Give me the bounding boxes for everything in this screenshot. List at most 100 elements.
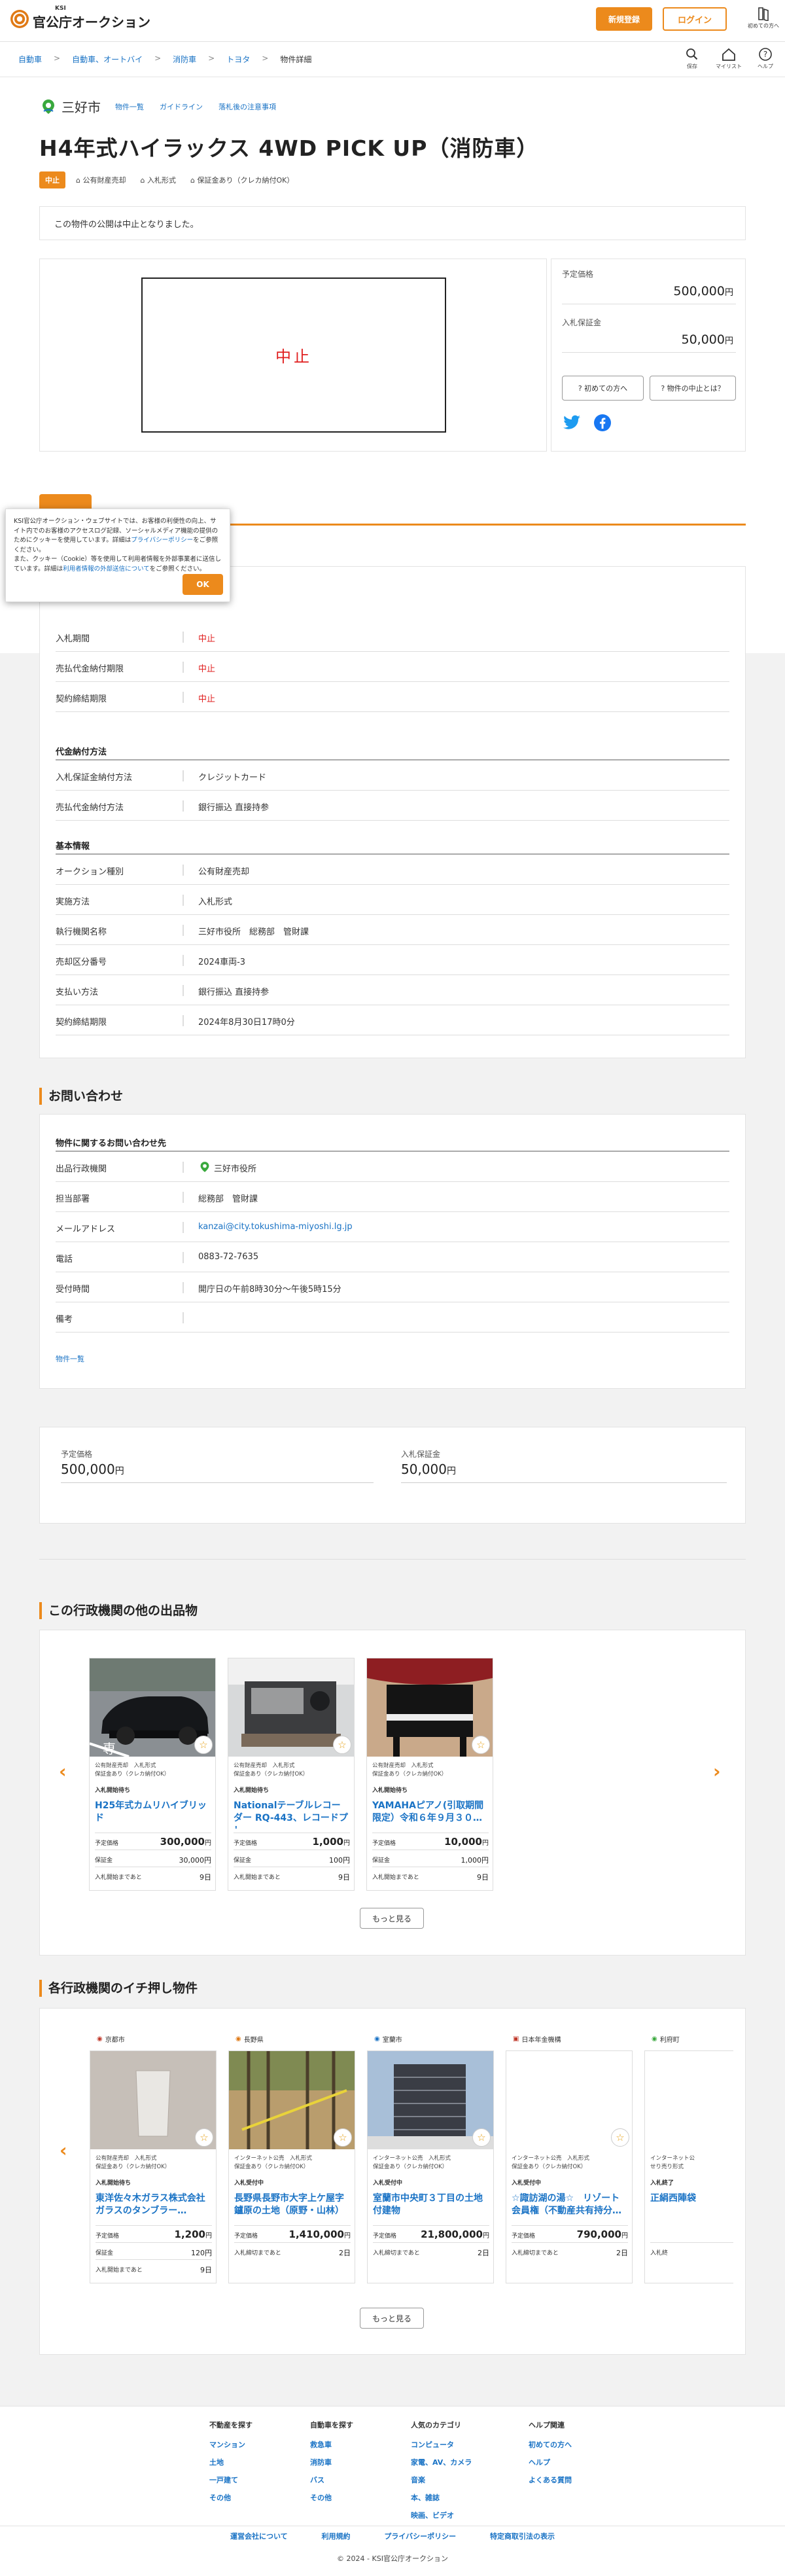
footer-link[interactable]: 土地 <box>209 2457 253 2467</box>
tag-item: ⌂ 入札形式 <box>140 176 176 185</box>
detail-row-sale-number: 売却区分番号 2024車両-3 <box>56 945 729 975</box>
login-button[interactable]: ログイン <box>663 7 727 31</box>
help-tool[interactable]: ? ヘルプ <box>747 47 784 70</box>
card-days-row: 入札開始まであと 9日 <box>96 2259 212 2276</box>
property-tags: 中止 ⌂ 公有財産売却 ⌂ 入札形式 ⌂ 保証金あり（クレカ納付OK） <box>39 171 308 188</box>
card-price-row: 予定価格 1,000円 <box>234 1833 350 1850</box>
favorite-star-icon[interactable]: ☆ <box>472 2128 491 2147</box>
card-title[interactable]: 長野県長野市大字上ケ屋字鑪原の土地（原野・山林） <box>234 2192 349 2221</box>
first-guide-label: 初めての方へ <box>748 23 779 29</box>
site-logo[interactable]: KSI 官公庁オークション <box>10 5 150 31</box>
external-transmission-link[interactable]: 利用者情報の外部送信について <box>63 565 150 573</box>
footer-link[interactable]: 一戸建て <box>209 2475 253 2485</box>
contact-group-title: 物件に関するお問い合わせ先 <box>56 1139 167 1149</box>
card-title[interactable]: YAMAHAピアノ(引取期間限定）令和６年９月３０… <box>372 1800 487 1829</box>
sns-share <box>562 414 612 432</box>
pickup-card[interactable]: ▣ 日本年金機構 ☆ インターネット公売 入札形式 保証金あり（クレカ納付OK） 入… <box>506 2035 633 2283</box>
first-guide-link[interactable]: 初めての方へ <box>747 7 780 29</box>
favorite-star-icon[interactable]: ☆ <box>195 2128 213 2147</box>
footer-link[interactable]: 映画、ビデオ <box>411 2510 472 2520</box>
footer-link[interactable]: 本、雑誌 <box>411 2492 472 2503</box>
register-button[interactable]: 新規登録 <box>596 7 652 31</box>
org-emblem-icon <box>43 99 54 114</box>
tag-icon: ⌂ <box>140 176 147 185</box>
card-title[interactable]: 正絹西陣袋 <box>650 2192 733 2221</box>
footer-terms-link[interactable]: 利用規約 <box>322 2532 351 2541</box>
footer-privacy-link[interactable]: プライバシーポリシー <box>384 2532 456 2541</box>
save-tool[interactable]: 保存 <box>674 47 710 70</box>
org-link-notes[interactable]: 落札後の注意事項 <box>218 101 276 112</box>
breadcrumb-link[interactable]: 自動車、オートバイ <box>72 55 143 64</box>
mylist-tool[interactable]: マイリスト <box>710 47 747 70</box>
pickup-card[interactable]: ◉ 京都市 ☆ 公有財産売却 入札形式 保証金あり（クレカ納付OK） 入札開始待ち … <box>90 2035 217 2283</box>
property-list-link[interactable]: 物件一覧 <box>56 1353 84 1364</box>
org-emblem-icon: ◉ <box>236 2035 241 2043</box>
contact-row-notes: 備考 <box>56 1302 729 1333</box>
detail-row-contract-deadline: 契約締結期限 中止 <box>56 682 729 712</box>
pickup-card[interactable]: ◉ 長野県 ☆ インターネット公売 入札形式 保証金あり（クレカ納付OK） 入札受付… <box>228 2035 355 2283</box>
card-title[interactable]: 東洋佐々木ガラス株式会社 ガラスのタンブラー… <box>96 2192 211 2221</box>
breadcrumb-link[interactable]: トヨタ <box>226 55 250 64</box>
first-time-button[interactable]: ? 初めての方へ <box>562 376 644 401</box>
card-deposit-row: 保証金 30,000円 <box>95 1850 211 1867</box>
footer-link[interactable]: バス <box>310 2475 353 2485</box>
footer-link[interactable]: ヘルプ <box>529 2457 572 2467</box>
contact-heading: お問い合わせ <box>39 1088 123 1105</box>
favorite-star-icon[interactable]: ☆ <box>334 2128 352 2147</box>
favorite-star-icon[interactable]: ☆ <box>472 1736 490 1754</box>
org-link-guideline[interactable]: ガイドライン <box>160 101 203 112</box>
estimate-value: 500,000円 <box>673 284 733 298</box>
card-deadline-row: 入札締切まであと 2日 <box>234 2242 351 2259</box>
footer-link[interactable]: その他 <box>209 2492 253 2503</box>
footer-link[interactable]: よくある質問 <box>529 2475 572 2485</box>
card-title[interactable]: Nationalテーブルレコーダー RQ-443、レコードプレ… <box>234 1800 349 1829</box>
item-card[interactable]: ☆ 公有財産売却 入札形式 保証金あり（クレカ納付OK） 入札開始待ち Natio… <box>228 1658 355 1891</box>
item-card[interactable]: 専 ☆ 公有財産売却 入札形式 保証金あり（クレカ納付OK） 入札開始待ち H25… <box>89 1658 216 1891</box>
pickup-card[interactable]: ◉ 利府町 インターネット公 せり売り形式 入札終了 正絹西陣袋 入札終 <box>644 2035 733 2283</box>
email-link[interactable]: kanzai@city.tokushima-miyoshi.lg.jp <box>198 1222 353 1232</box>
footer-company-link[interactable]: 運営会社について <box>230 2532 288 2541</box>
privacy-policy-link[interactable]: プライバシーポリシー <box>131 537 193 544</box>
breadcrumb-separator: > <box>208 54 215 63</box>
twitter-icon[interactable] <box>562 414 582 432</box>
footer-col-realestate: 不動産を探す マンション 土地 一戸建て その他 <box>209 2421 253 2503</box>
footer-link[interactable]: マンション <box>209 2439 253 2450</box>
carousel-next-icon[interactable]: › <box>713 1761 721 1782</box>
footer-col-help: ヘルプ関連 初めての方へ ヘルプ よくある質問 <box>529 2421 572 2485</box>
favorite-star-icon[interactable]: ☆ <box>333 1736 351 1754</box>
footer-link[interactable]: その他 <box>310 2492 353 2503</box>
footer-link[interactable]: コンピュータ <box>411 2439 472 2450</box>
footer-link[interactable]: 消防車 <box>310 2457 353 2467</box>
pickup-card[interactable]: ◉ 室蘭市 ☆ インターネット公売 入札形式 保証金あり（クレカ納付OK） 入札受付… <box>367 2035 494 2283</box>
contact-row-hours: 受付時間 開庁日の午前8時30分〜午後5時15分 <box>56 1272 729 1302</box>
carousel-prev-icon[interactable]: ‹ <box>59 1761 67 1782</box>
breadcrumb-link[interactable]: 消防車 <box>173 55 196 64</box>
cookie-ok-button[interactable]: OK <box>183 574 223 595</box>
footer-link[interactable]: 家電、AV、カメラ <box>411 2457 472 2467</box>
facebook-icon[interactable] <box>593 414 612 432</box>
footer-link[interactable]: 音楽 <box>411 2475 472 2485</box>
breadcrumb-link[interactable]: 自動車 <box>18 55 42 64</box>
pickup-carousel: ◉ 京都市 ☆ 公有財産売却 入札形式 保証金あり（クレカ納付OK） 入札開始待ち … <box>90 2009 733 2354</box>
footer-link[interactable]: 初めての方へ <box>529 2439 572 2450</box>
svg-text:?: ? <box>763 50 767 59</box>
card-title[interactable]: ☆諏訪湖の湯☆ リゾート会員権（不動産共有持分… <box>512 2192 627 2221</box>
pickup-more-button[interactable]: もっと見る <box>360 2308 424 2329</box>
search-icon <box>686 48 698 60</box>
card-title[interactable]: H25年式カムリハイブリッド <box>95 1800 210 1829</box>
org-name[interactable]: 三好市 <box>61 97 101 116</box>
carousel-prev-icon[interactable]: ‹ <box>60 2139 67 2161</box>
item-card[interactable]: ☆ 公有財産売却 入札形式 保証金あり（クレカ納付OK） 入札開始待ち YAMAH… <box>366 1658 493 1891</box>
favorite-star-icon[interactable]: ☆ <box>194 1736 213 1754</box>
what-is-stop-button[interactable]: ? 物件の中止とは？ <box>650 376 736 401</box>
footer-law-link[interactable]: 特定商取引法の表示 <box>490 2532 555 2541</box>
card-title[interactable]: 室蘭市中央町３丁目の土地付建物 <box>373 2192 488 2221</box>
card-org: ◉ 利府町 <box>652 2035 680 2044</box>
section-divider <box>39 1559 746 1560</box>
favorite-star-icon[interactable]: ☆ <box>611 2128 629 2147</box>
org-link-list[interactable]: 物件一覧 <box>115 101 144 112</box>
card-org: ◉ 室蘭市 <box>374 2035 402 2044</box>
card-deadline-row: 入札終 <box>650 2242 733 2259</box>
footer-link[interactable]: 救急車 <box>310 2439 353 2450</box>
other-items-more-button[interactable]: もっと見る <box>360 1908 424 1929</box>
